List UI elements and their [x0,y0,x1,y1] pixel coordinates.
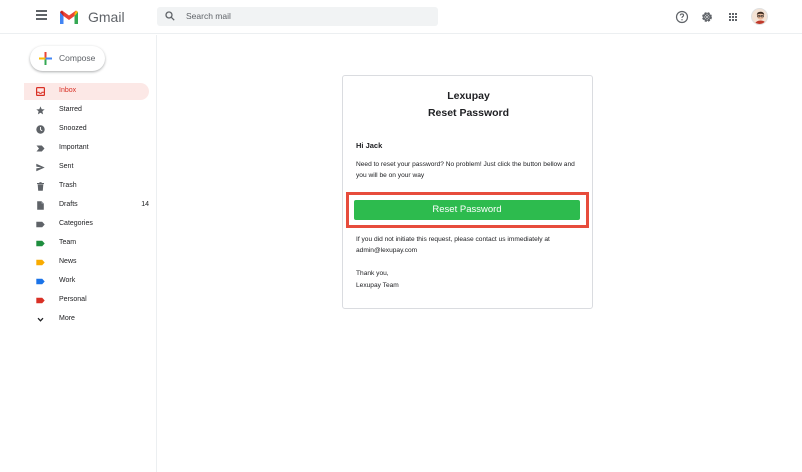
search-placeholder: Search mail [186,11,231,21]
email-greeting: Hi Jack [356,141,383,150]
sidebar-item-label: News [59,258,77,265]
sidebar-item-inbox[interactable]: Inbox [24,83,149,100]
main-menu-icon[interactable] [36,10,48,22]
compose-label: Compose [59,53,96,63]
label-icon [36,278,45,285]
sidebar-item-label: Categories [59,220,93,227]
signoff-line: Lexupay Team [356,281,399,289]
label-icon [36,297,45,304]
avatar[interactable] [751,8,768,25]
clock-icon [36,125,45,134]
help-icon[interactable] [675,10,689,24]
user-avatar-icon [754,11,767,24]
sidebar-item-label: Drafts [59,201,78,208]
sidebar-item-starred[interactable]: Starred [24,102,149,119]
sidebar-item-label: Trash [59,182,77,189]
sidebar-item-label: Important [59,144,89,151]
sidebar-item-personal[interactable]: Personal [24,292,149,309]
plus-icon [39,52,52,65]
email-note: If you did not initiate this request, pl… [356,236,550,254]
sidebar-item-label: Sent [59,163,74,170]
compose-button[interactable]: Compose [30,46,105,71]
top-bar: Gmail Search mail [0,0,802,34]
sidebar-item-news[interactable]: News [24,254,149,271]
sidebar-item-label: Snoozed [59,125,87,132]
send-icon [36,163,45,172]
inbox-icon [36,87,45,96]
email-brand: Lexupay [447,90,490,102]
sidebar-item-drafts[interactable]: Drafts 14 [24,197,149,214]
gmail-logo-icon[interactable] [59,9,79,25]
sidebar-item-snoozed[interactable]: Snoozed [24,121,149,138]
sidebar-item-label: Personal [59,296,87,303]
sidebar: Compose Inbox Starred Snoozed Important … [0,35,157,472]
label-icon [36,259,45,266]
chevron-down-icon [37,317,44,322]
search-icon[interactable] [165,11,175,21]
label-icon [36,240,45,247]
apps-grid-icon[interactable] [726,10,740,24]
sidebar-item-important[interactable]: Important [24,140,149,157]
sidebar-item-sent[interactable]: Sent [24,159,149,176]
email-subject: Reset Password [427,107,510,119]
sidebar-item-more[interactable]: More [24,311,149,328]
label-icon [36,221,45,228]
email-signoff: Thank you, Lexupay Team [356,268,399,291]
star-icon [36,106,45,115]
sidebar-item-team[interactable]: Team [24,235,149,252]
sidebar-item-work[interactable]: Work [24,273,149,290]
sidebar-item-label: Inbox [59,87,77,94]
reset-password-button[interactable]: Reset Password [354,200,580,220]
sidebar-item-trash[interactable]: Trash [24,178,149,195]
email-body: Need to reset your password? No problem!… [356,161,575,179]
search-input[interactable]: Search mail [157,7,438,26]
draft-icon [37,201,44,210]
signoff-line: Thank you, [356,270,389,277]
settings-icon[interactable] [700,10,714,24]
sidebar-item-categories[interactable]: Categories [24,216,149,233]
sidebar-item-label: Starred [59,106,82,113]
trash-icon [37,182,44,191]
drafts-count: 14 [141,201,149,208]
sidebar-item-label: More [59,315,75,322]
app-name[interactable]: Gmail [88,9,125,25]
important-icon [36,145,45,152]
sidebar-item-label: Team [59,239,77,246]
sidebar-item-label: Work [59,277,76,284]
